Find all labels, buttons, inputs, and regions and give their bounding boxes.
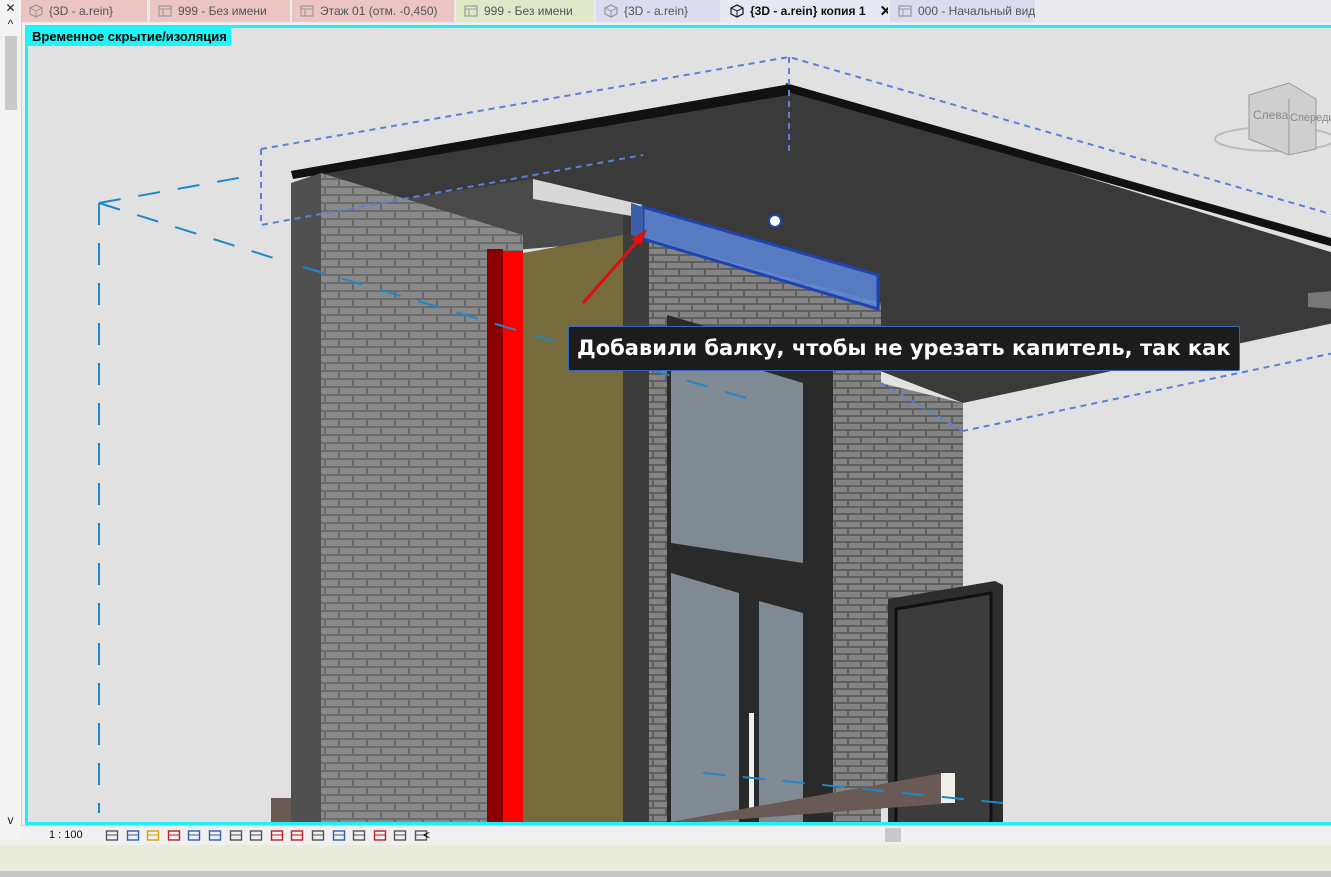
3d-view-icon bbox=[29, 4, 43, 18]
scroll-up-icon[interactable]: ^ bbox=[4, 18, 17, 31]
viewcube-front-label: Спереди bbox=[1290, 112, 1331, 124]
sheet-icon bbox=[464, 5, 478, 17]
scroll-down-icon[interactable]: v bbox=[4, 814, 17, 827]
view-tab[interactable]: {3D - a.rein} bbox=[21, 0, 147, 22]
highlight-displacement-icon[interactable] bbox=[352, 829, 366, 842]
view-tab-label: {3D - a.rein} bbox=[49, 4, 114, 18]
view-tab[interactable]: {3D - a.rein} bbox=[596, 0, 720, 22]
analytical-model-icon[interactable] bbox=[332, 829, 346, 842]
shadows-icon[interactable] bbox=[167, 829, 181, 842]
view-tab[interactable]: 000 - Начальный вид bbox=[890, 0, 1035, 22]
close-tab-icon[interactable]: ✕ bbox=[880, 2, 888, 20]
sheet-icon bbox=[158, 5, 172, 17]
view-tab[interactable]: 999 - Без имени bbox=[456, 0, 594, 22]
horizontal-scrollbar-thumb[interactable] bbox=[885, 828, 901, 842]
vertical-scrollbar-thumb[interactable] bbox=[5, 36, 17, 110]
view-scale[interactable]: 1 : 100 bbox=[49, 829, 83, 841]
view-tab-label: 999 - Без имени bbox=[484, 4, 573, 18]
unlock-3d-icon[interactable] bbox=[249, 829, 263, 842]
view-tab-label: 999 - Без имени bbox=[178, 4, 267, 18]
scroll-left-icon[interactable]: < bbox=[423, 828, 430, 842]
left-scroll-strip: ✕ ^ v bbox=[0, 0, 22, 840]
annotation-tooltip: Добавили балку, чтобы не урезать капител… bbox=[568, 326, 1240, 371]
view-tab-bar: {3D - a.rein} 999 - Без имени Этаж 01 (отм… bbox=[0, 0, 1331, 23]
temporary-hide-icon[interactable] bbox=[270, 829, 284, 842]
view-tab-label: {3D - a.rein} копия 1 bbox=[750, 4, 866, 18]
view-tab-label: {3D - a.rein} bbox=[624, 4, 689, 18]
view-tab[interactable]: 999 - Без имени bbox=[150, 0, 290, 22]
viewcube-left-label: Слева bbox=[1253, 108, 1289, 122]
sheet-icon bbox=[898, 5, 912, 17]
temporary-view-properties-icon[interactable] bbox=[393, 829, 407, 842]
3d-view-icon bbox=[730, 4, 744, 18]
crop-view-icon[interactable] bbox=[208, 829, 222, 842]
column-red-edge[interactable] bbox=[487, 249, 503, 825]
floor-plan-icon bbox=[300, 5, 314, 17]
3d-viewport[interactable]: Слева Спереди bbox=[25, 25, 1331, 825]
view-control-bar: 1 : 100 < bbox=[21, 825, 1331, 846]
lock-view-icon[interactable] bbox=[311, 829, 325, 842]
view-tab[interactable]: {3D - a.rein} копия 1 ✕ bbox=[722, 0, 888, 22]
detail-level-icon[interactable] bbox=[105, 829, 119, 842]
show-crop-icon[interactable] bbox=[229, 829, 243, 842]
model-scene: Слева Спереди bbox=[98, 55, 1331, 825]
view-tab-label: 000 - Начальный вид bbox=[918, 4, 1035, 18]
view-tab-label: Этаж 01 (отм. -0,450) bbox=[320, 4, 438, 18]
close-icon[interactable]: ✕ bbox=[4, 2, 17, 15]
render-icon[interactable] bbox=[187, 829, 201, 842]
visual-style-icon[interactable] bbox=[126, 829, 140, 842]
reveal-constraints-icon[interactable] bbox=[373, 829, 387, 842]
sun-path-icon[interactable] bbox=[146, 829, 160, 842]
view-cube[interactable]: Слева Спереди bbox=[1214, 82, 1331, 156]
bottom-border bbox=[0, 871, 1331, 877]
column-ochre[interactable] bbox=[523, 235, 623, 825]
reveal-hidden-icon[interactable] bbox=[290, 829, 304, 842]
temporary-hide-isolate-badge[interactable]: Временное скрытие/изоляция bbox=[28, 27, 231, 46]
view-tab[interactable]: Этаж 01 (отм. -0,450) bbox=[292, 0, 454, 22]
3d-view-icon bbox=[604, 4, 618, 18]
